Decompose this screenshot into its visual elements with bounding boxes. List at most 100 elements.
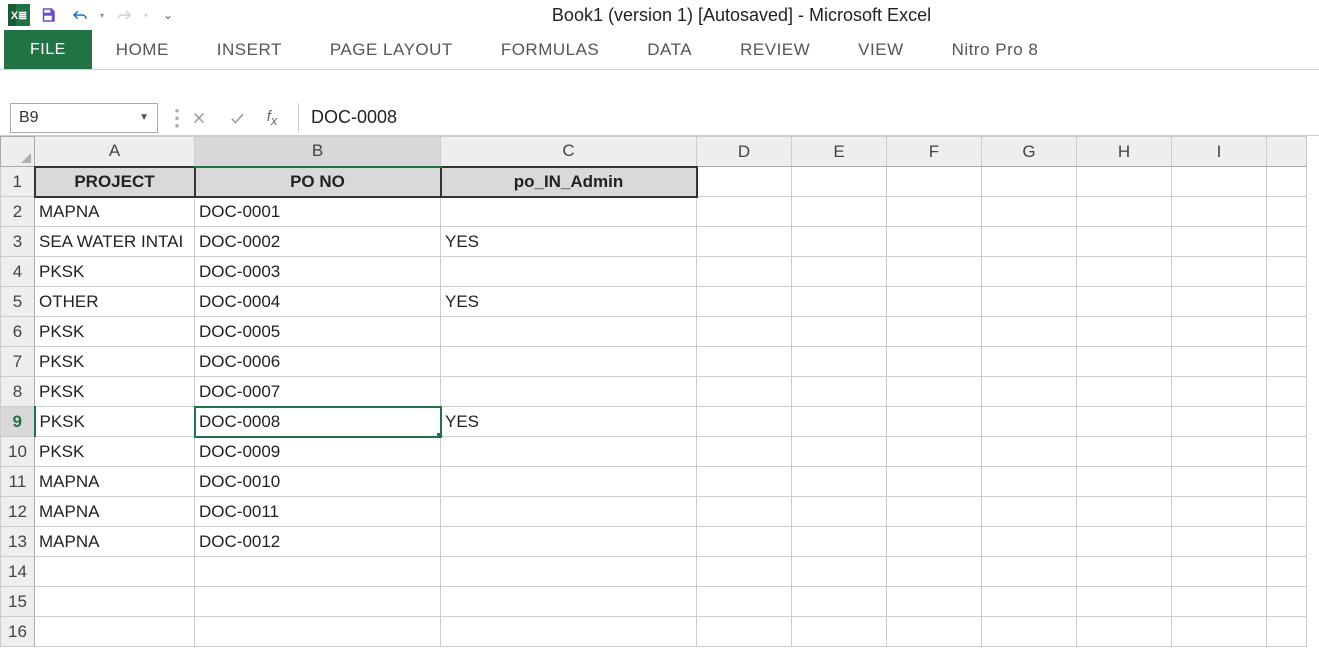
cell-H4[interactable] — [1077, 257, 1172, 287]
cell-A16[interactable] — [35, 617, 195, 647]
enter-formula-button[interactable] — [222, 104, 252, 132]
row-header-14[interactable]: 14 — [1, 557, 35, 587]
cell-G10[interactable] — [982, 437, 1077, 467]
row-header-9[interactable]: 9 — [1, 407, 35, 437]
cell-I7[interactable] — [1172, 347, 1267, 377]
cell-I14[interactable] — [1172, 557, 1267, 587]
cell-A4[interactable]: PKSK — [35, 257, 195, 287]
cell-I16[interactable] — [1172, 617, 1267, 647]
cell-G2[interactable] — [982, 197, 1077, 227]
column-header-H[interactable]: H — [1077, 137, 1172, 167]
cell-A8[interactable]: PKSK — [35, 377, 195, 407]
cancel-formula-button[interactable] — [184, 104, 214, 132]
cell-I2[interactable] — [1172, 197, 1267, 227]
cell-overflow-2[interactable] — [1267, 197, 1307, 227]
cell-A10[interactable]: PKSK — [35, 437, 195, 467]
cell-overflow-1[interactable] — [1267, 167, 1307, 197]
row-header-5[interactable]: 5 — [1, 287, 35, 317]
cell-C3[interactable]: YES — [441, 227, 697, 257]
cell-B6[interactable]: DOC-0005 — [195, 317, 441, 347]
cell-G4[interactable] — [982, 257, 1077, 287]
row-header-11[interactable]: 11 — [1, 467, 35, 497]
cell-H7[interactable] — [1077, 347, 1172, 377]
cell-D8[interactable] — [697, 377, 792, 407]
cell-C2[interactable] — [441, 197, 697, 227]
cell-D4[interactable] — [697, 257, 792, 287]
cell-H15[interactable] — [1077, 587, 1172, 617]
cell-H12[interactable] — [1077, 497, 1172, 527]
column-header-I[interactable]: I — [1172, 137, 1267, 167]
cell-A9[interactable]: PKSK — [35, 407, 195, 437]
cell-C9[interactable]: YES — [441, 407, 697, 437]
cell-B15[interactable] — [195, 587, 441, 617]
cell-I13[interactable] — [1172, 527, 1267, 557]
row-header-4[interactable]: 4 — [1, 257, 35, 287]
cell-G8[interactable] — [982, 377, 1077, 407]
cell-B11[interactable]: DOC-0010 — [195, 467, 441, 497]
cell-H5[interactable] — [1077, 287, 1172, 317]
column-header-F[interactable]: F — [887, 137, 982, 167]
cell-I6[interactable] — [1172, 317, 1267, 347]
cell-overflow-3[interactable] — [1267, 227, 1307, 257]
cell-C10[interactable] — [441, 437, 697, 467]
column-header-B[interactable]: B — [195, 137, 441, 167]
row-header-16[interactable]: 16 — [1, 617, 35, 647]
cell-A12[interactable]: MAPNA — [35, 497, 195, 527]
cell-E1[interactable] — [792, 167, 887, 197]
cell-F9[interactable] — [887, 407, 982, 437]
cell-B16[interactable] — [195, 617, 441, 647]
cell-H11[interactable] — [1077, 467, 1172, 497]
cell-E16[interactable] — [792, 617, 887, 647]
cell-E12[interactable] — [792, 497, 887, 527]
cell-C16[interactable] — [441, 617, 697, 647]
cell-A6[interactable]: PKSK — [35, 317, 195, 347]
cell-E4[interactable] — [792, 257, 887, 287]
cell-A3[interactable]: SEA WATER INTAI — [35, 227, 195, 257]
tab-insert[interactable]: INSERT — [193, 30, 306, 69]
excel-icon[interactable]: X≣ — [8, 4, 30, 26]
cell-overflow-6[interactable] — [1267, 317, 1307, 347]
cell-D10[interactable] — [697, 437, 792, 467]
cell-E8[interactable] — [792, 377, 887, 407]
cell-G16[interactable] — [982, 617, 1077, 647]
cell-overflow-15[interactable] — [1267, 587, 1307, 617]
column-header-E[interactable]: E — [792, 137, 887, 167]
cell-F8[interactable] — [887, 377, 982, 407]
redo-dropdown[interactable]: ▾ — [142, 11, 150, 20]
cell-D2[interactable] — [697, 197, 792, 227]
cell-C11[interactable] — [441, 467, 697, 497]
cell-E5[interactable] — [792, 287, 887, 317]
cell-F15[interactable] — [887, 587, 982, 617]
cell-D15[interactable] — [697, 587, 792, 617]
cell-B2[interactable]: DOC-0001 — [195, 197, 441, 227]
cell-C14[interactable] — [441, 557, 697, 587]
save-button[interactable] — [34, 2, 62, 28]
cell-G11[interactable] — [982, 467, 1077, 497]
cell-I5[interactable] — [1172, 287, 1267, 317]
column-header-G[interactable]: G — [982, 137, 1077, 167]
cell-overflow-12[interactable] — [1267, 497, 1307, 527]
cell-B9[interactable]: DOC-0008 — [195, 407, 441, 437]
cell-D7[interactable] — [697, 347, 792, 377]
cell-B8[interactable]: DOC-0007 — [195, 377, 441, 407]
cell-F16[interactable] — [887, 617, 982, 647]
cell-F10[interactable] — [887, 437, 982, 467]
cell-G12[interactable] — [982, 497, 1077, 527]
cell-G15[interactable] — [982, 587, 1077, 617]
cell-E6[interactable] — [792, 317, 887, 347]
name-box[interactable]: B9 ▼ — [10, 103, 158, 133]
cell-E10[interactable] — [792, 437, 887, 467]
cell-E9[interactable] — [792, 407, 887, 437]
cell-H10[interactable] — [1077, 437, 1172, 467]
cell-I3[interactable] — [1172, 227, 1267, 257]
cell-E3[interactable] — [792, 227, 887, 257]
cell-A13[interactable]: MAPNA — [35, 527, 195, 557]
redo-button[interactable] — [110, 2, 138, 28]
cell-F14[interactable] — [887, 557, 982, 587]
cell-G9[interactable] — [982, 407, 1077, 437]
select-all-corner[interactable] — [1, 137, 35, 167]
cell-F2[interactable] — [887, 197, 982, 227]
cell-D16[interactable] — [697, 617, 792, 647]
cell-D9[interactable] — [697, 407, 792, 437]
cell-H6[interactable] — [1077, 317, 1172, 347]
